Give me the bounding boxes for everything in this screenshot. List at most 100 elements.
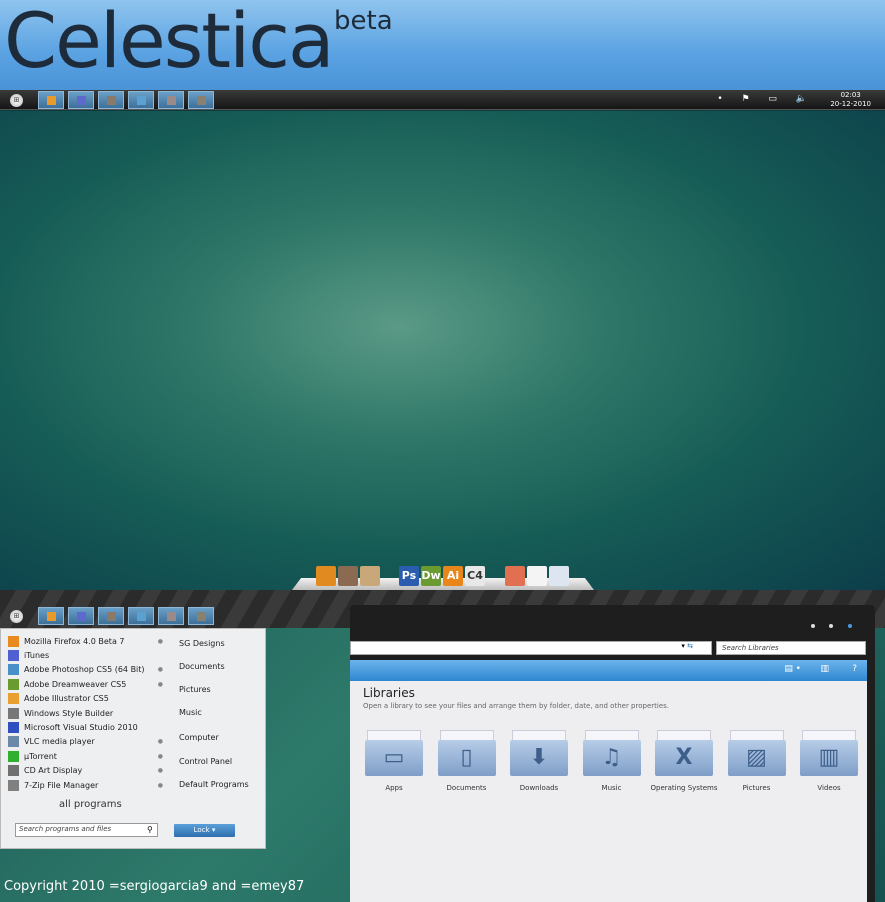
taskbar-button[interactable] xyxy=(68,91,94,109)
start-button[interactable]: ⊞ xyxy=(10,610,23,623)
program-item[interactable]: iTunes xyxy=(8,649,163,661)
start-place-item[interactable]: Default Programs xyxy=(179,780,249,789)
beta-badge: beta xyxy=(334,6,393,36)
program-item[interactable]: Microsoft Visual Studio 2010 xyxy=(8,721,163,733)
dropdown-icon[interactable]: ▾ xyxy=(681,642,685,650)
program-item[interactable]: Adobe Dreamweaver CS5 ● xyxy=(8,678,163,690)
taskbar-button[interactable] xyxy=(38,607,64,625)
start-place-item[interactable]: Computer xyxy=(179,733,219,742)
taskbar-button[interactable] xyxy=(188,607,214,625)
taskbar-button[interactable] xyxy=(158,91,184,109)
program-icon xyxy=(8,693,19,705)
taskbar-button[interactable] xyxy=(98,91,124,109)
search-libraries-input[interactable]: Search Libraries xyxy=(716,641,866,655)
app-icon xyxy=(107,612,116,621)
cinema4d-icon[interactable]: C4 xyxy=(465,566,485,586)
program-item[interactable]: Adobe Illustrator CS5 xyxy=(8,693,163,705)
refresh-icon[interactable]: ⇆ xyxy=(687,642,693,650)
submenu-arrow-icon[interactable]: ● xyxy=(158,638,163,645)
taskbar-button[interactable] xyxy=(128,607,154,625)
search-icon[interactable]: ⚲ xyxy=(147,825,153,834)
start-button[interactable]: ⊞ xyxy=(10,94,23,107)
folder-icon: ⬇ xyxy=(510,740,568,776)
library-folder[interactable]: X Operating Systems xyxy=(651,730,717,792)
view-options-icon[interactable]: ▤ • xyxy=(784,664,801,674)
app-icon xyxy=(197,96,206,105)
library-folder[interactable]: ▥ Videos xyxy=(800,730,858,792)
program-item[interactable]: Adobe Photoshop CS5 (64 Bit) ● xyxy=(8,664,163,676)
taskbar-button[interactable] xyxy=(128,91,154,109)
library-folder[interactable]: ▭ Apps xyxy=(365,730,423,792)
minimize-button[interactable] xyxy=(811,624,815,628)
library-label: Operating Systems xyxy=(650,784,718,792)
command-bar: ▤ • ▥ ? xyxy=(350,660,867,681)
submenu-arrow-icon[interactable]: ● xyxy=(158,753,163,760)
preview-pane-icon[interactable]: ▥ xyxy=(820,664,829,674)
package-icon[interactable] xyxy=(360,566,380,586)
program-item[interactable]: 7-Zip File Manager ● xyxy=(8,779,163,791)
address-bar[interactable]: ▾ ⇆ xyxy=(350,641,712,655)
illustrator-icon[interactable]: Ai xyxy=(443,566,463,586)
firefox-icon xyxy=(47,612,56,621)
folder-icon: X xyxy=(655,740,713,776)
document-icon[interactable] xyxy=(549,566,569,586)
page-title: Libraries xyxy=(363,686,415,700)
program-item[interactable]: CD Art Display ● xyxy=(8,765,163,777)
app-icon xyxy=(167,96,176,105)
start-place-item[interactable]: Control Panel xyxy=(179,757,232,766)
start-place-item[interactable]: Documents xyxy=(179,662,225,671)
photoshop-icon xyxy=(137,612,146,621)
photos-icon[interactable] xyxy=(505,566,525,586)
taskbar-button[interactable] xyxy=(98,607,124,625)
close-button[interactable] xyxy=(848,624,852,628)
submenu-arrow-icon[interactable]: ● xyxy=(158,767,163,774)
submenu-arrow-icon[interactable]: ● xyxy=(158,681,163,688)
program-item[interactable]: Windows Style Builder xyxy=(8,707,163,719)
library-folder[interactable]: ⬇ Downloads xyxy=(510,730,568,792)
library-folder[interactable]: ♫ Music xyxy=(582,730,641,792)
library-folder[interactable]: ▯ Documents xyxy=(437,730,496,792)
library-label: Music xyxy=(601,784,622,792)
app-icon xyxy=(167,612,176,621)
app-icon xyxy=(107,96,116,105)
submenu-arrow-icon[interactable]: ● xyxy=(158,666,163,673)
clock[interactable]: 02:03 20-12-2010 xyxy=(830,91,871,109)
start-place-item[interactable]: SG Designs xyxy=(179,639,225,648)
program-item[interactable]: µTorrent ● xyxy=(8,750,163,762)
start-place-item[interactable]: Pictures xyxy=(179,685,211,694)
all-programs-link[interactable]: all programs xyxy=(59,799,122,810)
header-banner: Celestica beta xyxy=(0,0,885,90)
library-folder[interactable]: ▨ Pictures xyxy=(727,730,786,792)
program-icon xyxy=(8,678,19,690)
dreamweaver-icon[interactable]: Dw xyxy=(421,566,441,586)
submenu-arrow-icon[interactable]: ● xyxy=(158,782,163,789)
lock-button[interactable]: Lock ▾ xyxy=(174,824,235,837)
start-search-input[interactable]: Search programs and files xyxy=(15,823,158,837)
taskbar-button[interactable] xyxy=(38,91,64,109)
taskbar-button[interactable] xyxy=(158,607,184,625)
folder-icon: ▥ xyxy=(800,740,858,776)
desktop-wallpaper xyxy=(0,111,885,590)
blank-icon[interactable] xyxy=(527,566,547,586)
submenu-arrow-icon[interactable]: ● xyxy=(158,738,163,745)
libraries-content: Libraries Open a library to see your fil… xyxy=(350,681,867,902)
taskbar-button[interactable] xyxy=(68,607,94,625)
program-icon xyxy=(8,779,19,791)
folder-icon: ▯ xyxy=(437,740,496,776)
photoshop-icon[interactable]: Ps xyxy=(399,566,419,586)
folder-icon: ♫ xyxy=(582,740,641,776)
program-item[interactable]: Mozilla Firefox 4.0 Beta 7 ● xyxy=(8,635,163,647)
speaker-icon[interactable] xyxy=(338,566,358,586)
taskbar: ⊞ • ⚑ ▭ 🔈 02:03 20-12-2010 xyxy=(0,90,885,110)
program-item[interactable]: VLC media player ● xyxy=(8,736,163,748)
system-tray[interactable]: • ⚑ ▭ 🔈 xyxy=(717,94,815,104)
folder-icon: ▨ xyxy=(727,740,786,776)
photoshop-icon xyxy=(137,96,146,105)
program-icon xyxy=(8,750,19,762)
app-icon[interactable] xyxy=(316,566,336,586)
start-place-item[interactable]: Music xyxy=(179,708,202,717)
maximize-button[interactable] xyxy=(829,624,833,628)
help-icon[interactable]: ? xyxy=(852,664,857,674)
taskbar-button[interactable] xyxy=(188,91,214,109)
logo-title: Celestica xyxy=(4,0,335,85)
